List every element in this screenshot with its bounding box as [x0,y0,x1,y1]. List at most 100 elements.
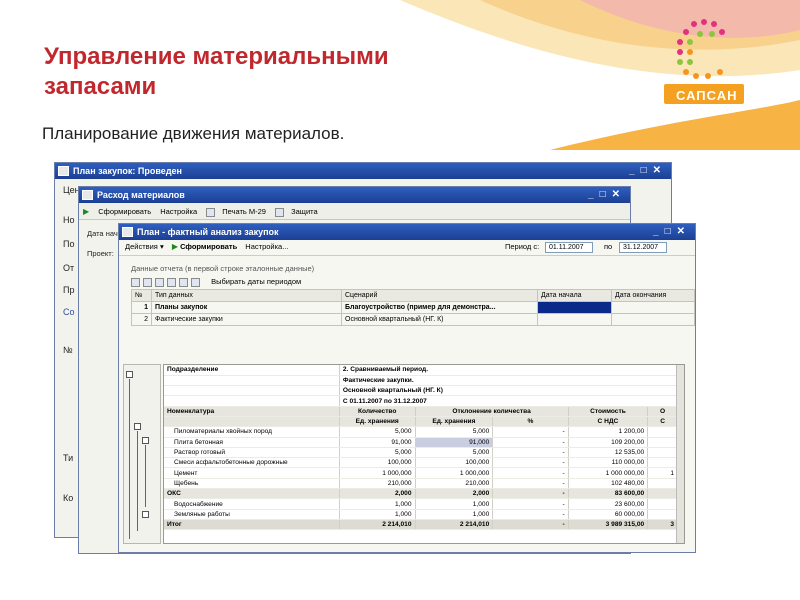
table-row[interactable]: Цемент 1 000,000 1 000,000-1 000 000,00 1 [164,467,678,479]
sub-header: % [492,416,569,428]
table-row[interactable]: Смеси асфальтобетонные дорожные 100,000 10… [164,457,678,469]
cell[interactable] [611,313,695,326]
plan-fact-analysis-window: План - фактный анализ закупок _□✕ Действ… [118,223,696,553]
cell: Пиломатериалы хвойных пород [164,426,340,438]
down-icon[interactable] [191,277,200,287]
window-title: Расход материалов [97,190,185,200]
label-6[interactable]: Со [63,307,75,317]
cell: - [492,478,569,490]
window-titlebar[interactable]: Расход материалов _□✕ [79,187,630,203]
group-row[interactable]: ОКС 2,000 2,000 - 83 600,00 [164,488,678,500]
cell[interactable] [611,301,695,314]
project-label: Проект: [87,249,114,258]
date-to-field[interactable]: 31.12.2007 [619,242,667,253]
logo-text: САПСАН [676,88,738,103]
cell[interactable] [537,301,612,314]
table-row[interactable]: Раствор готовый 5,000 5,000-12 535,00 [164,447,678,459]
cell: - [492,519,569,531]
cell[interactable]: Благоустройство (пример для демонстра... [341,301,538,314]
period-title: С 01.11.2007 по 31.12.2007 [339,395,679,407]
table-row[interactable]: Плита бетонная 91,000 91,000-109 200,00 [164,437,678,448]
cell: 100,000 [339,457,416,469]
print-button[interactable]: Печать М-29 [222,207,266,216]
cell: 1 200,00 [568,426,649,438]
cell: 109 200,00 [568,437,649,448]
table-row[interactable]: Водоснабжение 1,000 1,000-23 600,00 [164,498,678,510]
cell: - [492,488,569,500]
col-header: Дата окончания [611,289,695,302]
col-header: О [647,406,678,417]
cell [647,426,678,438]
cell: 5,000 [339,426,416,438]
col-header: Номенклатура [164,406,340,417]
cell: 210,000 [415,478,494,490]
window-controls[interactable]: _□✕ [588,187,626,203]
cell[interactable] [537,313,612,326]
actions-menu[interactable]: Действия ▾ [125,242,164,251]
cell: Плита бетонная [164,437,340,448]
cell: 102 480,00 [568,478,649,490]
period-title: Фактические закупки. [339,375,679,387]
up-icon[interactable] [179,277,188,287]
col-header: Количество [339,406,416,417]
protect-button[interactable]: Защита [291,207,318,216]
date-from-field[interactable]: 01.11.2007 [545,242,593,253]
cell: 1 000 000,00 [568,467,649,479]
cell [647,447,678,459]
window-controls[interactable]: _□✕ [629,163,667,179]
cell: - [492,467,569,479]
col-header: Тип данных [151,289,342,302]
vertical-scrollbar[interactable] [676,365,684,543]
label-3: По [63,239,75,249]
collapse-toggle[interactable] [142,511,149,518]
cell: Смеси асфальтобетонные дорожные [164,457,340,469]
toolbar: ▶ Сформировать Настройка Печать М-29 Защ… [79,203,630,220]
cell: 2,000 [339,488,416,500]
cell [647,488,678,500]
cell: 83 600,00 [568,488,649,500]
cell: Раствор готовый [164,447,340,459]
form-button[interactable]: Сформировать [180,242,237,251]
copy-icon[interactable] [143,277,152,287]
form-button[interactable]: Сформировать [98,207,151,216]
document-icon [82,190,93,200]
cell: 5,000 [339,447,416,459]
table-row[interactable]: Земляные работы 1,000 1,000-60 000,00 [164,509,678,520]
collapse-toggle[interactable] [126,371,133,378]
cell: 210,000 [339,478,416,490]
cell: 3 [647,519,678,531]
cell: 2,000 [415,488,494,500]
group-line [145,445,146,507]
cell[interactable]: Фактические закупки [151,313,342,326]
settings-button[interactable]: Настройка [160,207,197,216]
cell: Щебень [164,478,340,490]
add-icon[interactable] [131,277,140,287]
settings-button[interactable]: Настройка... [245,242,288,251]
edit-icon[interactable] [155,277,164,287]
choose-dates-option[interactable]: Выбирать даты периодом [211,277,301,286]
window-controls[interactable]: _□✕ [653,224,691,240]
cell: 5,000 [415,447,494,459]
collapse-toggle[interactable] [142,437,149,444]
cell: 1 [647,467,678,479]
delete-icon[interactable] [167,277,176,287]
table-row[interactable]: 2 Фактические закупки Основной квартальн… [131,313,695,326]
cell: 60 000,00 [568,509,649,520]
cell [647,437,678,448]
collapse-toggle[interactable] [134,423,141,430]
total-row: Итог 2 214,010 2 214,010 - 3 989 315,00 … [164,519,678,531]
label-4: От [63,263,75,273]
cell: 1,000 [415,498,494,510]
window-titlebar[interactable]: План закупок: Проведен _□✕ [55,163,671,179]
cell: 91,000 [339,437,416,448]
cell[interactable]: Основной квартальный (НГ. К) [341,313,538,326]
cell: 100,000 [415,457,494,469]
table-row[interactable]: 1 Планы закупок Благоустройство (пример … [131,301,695,314]
cell: Цемент [164,467,340,479]
report-table: Подразделение 2. Сравниваемый период. Фа… [164,365,679,531]
period-title: Основной квартальный (НГ. К) [339,385,679,397]
table-row[interactable]: Пиломатериалы хвойных пород 5,000 5,000-1 … [164,426,678,438]
cell[interactable]: Планы закупок [151,301,342,314]
window-titlebar[interactable]: План - фактный анализ закупок _□✕ [119,224,695,240]
table-row[interactable]: Щебень 210,000 210,000-102 480,00 [164,478,678,490]
